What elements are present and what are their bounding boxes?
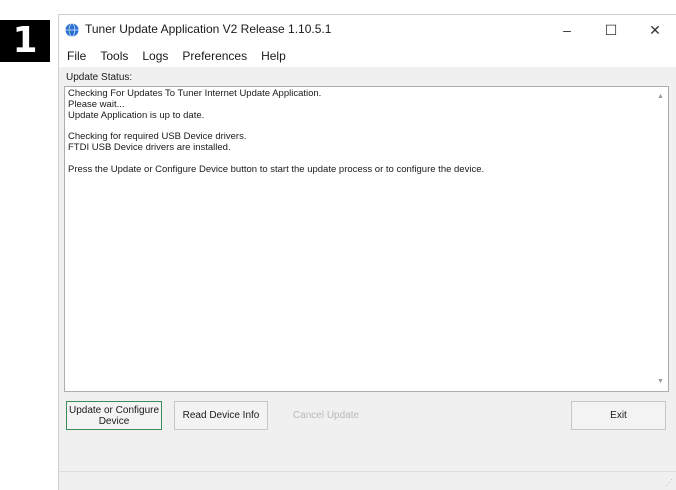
cancel-update-button[interactable]: Cancel Update [279,401,373,430]
status-line: Checking For Updates To Tuner Internet U… [68,88,322,99]
window-title: Tuner Update Application V2 Release 1.10… [85,22,332,36]
step-number-badge: 1 [0,20,50,62]
update-or-configure-device-button[interactable]: Update or Configure Device [66,401,162,430]
status-line: Update Application is up to date. [68,109,205,121]
scroll-down-arrow-icon[interactable]: ▼ [653,374,668,389]
app-window: Tuner Update Application V2 Release 1.10… [58,14,676,490]
status-log: Checking For Updates To Tuner Internet U… [68,88,652,175]
status-line: Press the Update or Configure Device but… [68,163,485,175]
resize-grip-icon[interactable]: ⋰ [665,478,675,488]
read-device-info-label: Read Device Info [182,410,260,421]
globe-icon [65,23,79,37]
maximize-icon: ☐ [604,21,618,38]
menu-file[interactable]: File [59,49,93,63]
close-button[interactable]: ✕ [633,15,676,45]
exit-button[interactable]: Exit [571,401,666,430]
update-button-line1: Update or Configure [68,404,160,416]
update-status-label: Update Status: [66,72,133,83]
menu-tools[interactable]: Tools [93,49,135,63]
menu-help[interactable]: Help [254,49,293,63]
status-bar-divider [59,471,676,472]
close-icon: ✕ [649,21,661,38]
menu-preferences[interactable]: Preferences [175,49,254,63]
menu-logs[interactable]: Logs [135,49,175,63]
update-status-textbox[interactable]: Checking For Updates To Tuner Internet U… [64,86,669,392]
status-line: FTDI USB Device drivers are installed. [68,141,231,153]
title-bar: Tuner Update Application V2 Release 1.10… [59,15,676,45]
vertical-scrollbar[interactable]: ▲ ▼ [653,87,668,391]
menu-bar: File Tools Logs Preferences Help [59,45,676,67]
minimize-icon: – [563,22,571,38]
update-button-line2: Device [98,415,130,427]
exit-label: Exit [610,410,627,421]
maximize-button[interactable]: ☐ [589,15,633,45]
read-device-info-button[interactable]: Read Device Info [174,401,268,430]
cancel-update-label: Cancel Update [292,410,360,421]
minimize-button[interactable]: – [545,15,589,45]
status-line: Please wait... [68,98,125,110]
status-line [68,154,652,165]
update-button-label: Update or Configure Device [69,405,159,427]
scroll-up-arrow-icon[interactable]: ▲ [653,89,668,104]
